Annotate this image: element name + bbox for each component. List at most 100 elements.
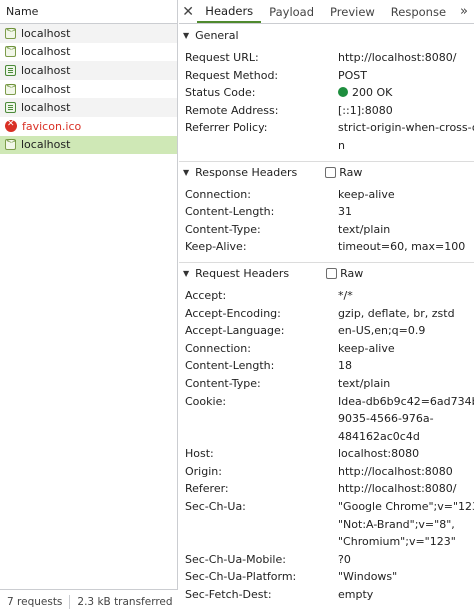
header-value: "Windows" (338, 570, 398, 584)
request-header-row: Accept-Language: en-US,en;q=0.9 (179, 322, 474, 340)
request-name: localhost (21, 101, 71, 115)
header-name-spacer (185, 428, 338, 446)
request-headers-title: Request Headers (195, 266, 290, 280)
request-row[interactable]: localhost (0, 24, 177, 43)
response-raw-toggle[interactable]: Raw (325, 166, 362, 179)
status-ok-dot-icon (338, 87, 348, 98)
request-row[interactable]: localhost (0, 80, 177, 99)
header-value: ?0 (338, 552, 351, 566)
header-value: "Google Chrome";v="123", (338, 500, 474, 514)
collapse-triangle-icon: ▼ (183, 30, 190, 40)
collapse-triangle-icon: ▼ (183, 268, 190, 278)
request-method-label: Request Method: (185, 68, 279, 82)
header-value: 9035-4566-976a- (338, 412, 434, 426)
header-value: 484162ac0c4d (338, 429, 420, 443)
response-header-row: Content-Type: text/plain (179, 221, 474, 239)
referrer-policy-value-cont: n (338, 138, 345, 152)
request-row[interactable]: localhost (0, 98, 177, 117)
request-row[interactable]: localhost (0, 61, 177, 80)
header-value: 31 (338, 205, 352, 219)
response-header-row: Content-Length: 31 (179, 203, 474, 221)
status-code-value: 200 OK (352, 86, 393, 100)
close-icon[interactable]: ✕ (179, 0, 197, 23)
tab-preview[interactable]: Preview (322, 0, 383, 23)
header-name: Cookie: (185, 394, 227, 408)
status-bar: 7 requests 2.3 kB transferred 1 (0, 589, 178, 614)
request-header-row: Sec-Fetch-Dest: empty (179, 586, 474, 604)
request-header-row: 484162ac0c4d (179, 428, 474, 446)
name-column-header[interactable]: Name (0, 0, 177, 24)
raw-checkbox[interactable] (325, 166, 337, 178)
tab-response[interactable]: Response (383, 0, 454, 23)
request-row[interactable]: favicon.ico (0, 117, 177, 136)
document-icon (5, 64, 16, 76)
request-header-row: Content-Type: text/plain (179, 375, 474, 393)
request-header-row: Referer: http://localhost:8080/ (179, 480, 474, 498)
request-url-label: Request URL: (185, 51, 259, 64)
remote-address-row: Remote Address: [::1]:8080 (179, 102, 474, 120)
request-header-row: Accept: */* (179, 287, 474, 305)
referrer-policy-row: Referrer Policy: strict-origin-when-cros… (179, 119, 474, 137)
request-name: localhost (21, 63, 71, 77)
header-name: Accept-Language: (185, 324, 285, 338)
request-headers-section-header[interactable]: ▼ Request Headers Raw (179, 261, 474, 284)
header-value: keep-alive (338, 341, 395, 355)
raw-label: Raw (340, 266, 364, 280)
header-name: Connection: (185, 187, 251, 201)
response-header-row: Keep-Alive: timeout=60, max=100 (179, 238, 474, 256)
header-name: Accept: (185, 288, 227, 302)
header-name: Content-Type: (185, 376, 261, 390)
header-name: Content-Length: (185, 359, 275, 373)
xhr-icon (5, 137, 16, 151)
more-tabs-icon[interactable]: » (454, 0, 474, 23)
header-value: keep-alive (338, 187, 395, 201)
header-name: Content-Type: (185, 222, 261, 236)
tab-headers[interactable]: Headers (197, 0, 262, 23)
header-value: en-US,en;q=0.9 (338, 324, 426, 338)
general-title: General (195, 28, 239, 42)
header-value: text/plain (338, 222, 391, 236)
request-details-panel: ✕ Headers Payload Preview Response » ▼ G… (179, 0, 474, 614)
header-name-spacer (185, 533, 338, 551)
request-url-value: http://localhost:8080/ (338, 51, 457, 64)
response-header-row: Connection: keep-alive (179, 186, 474, 204)
request-url-row: Request URL: http://localhost:8080/ (179, 49, 474, 67)
header-value: */* (338, 288, 353, 302)
request-header-row: Host: localhost:8080 (179, 445, 474, 463)
referrer-policy-row-cont: n (179, 137, 474, 155)
header-name: Keep-Alive: (185, 240, 247, 254)
request-raw-toggle[interactable]: Raw (326, 267, 363, 280)
header-name: Origin: (185, 464, 222, 478)
header-value: http://localhost:8080 (338, 464, 453, 478)
header-value: "Chromium";v="123" (338, 535, 456, 549)
request-row[interactable]: localhost (0, 135, 177, 155)
request-header-row: 9035-4566-976a- (179, 410, 474, 428)
header-value: empty (338, 588, 374, 602)
header-name: Sec-Ch-Ua: (185, 500, 246, 514)
header-name: Referer: (185, 482, 229, 496)
header-value: http://localhost:8080/ (338, 482, 457, 496)
request-name: localhost (21, 45, 71, 59)
request-name: localhost (21, 26, 71, 40)
referrer-policy-value: strict-origin-when-cross-orig (338, 121, 474, 135)
header-value: gzip, deflate, br, zstd (338, 306, 455, 320)
header-value: "Not:A-Brand";v="8", (338, 517, 455, 531)
header-name: Content-Length: (185, 205, 275, 219)
request-header-row: Sec-Ch-Ua-Mobile: ?0 (179, 551, 474, 569)
header-name: Sec-Ch-Ua-Mobile: (185, 552, 286, 566)
header-name: Sec-Ch-Ua-Platform: (185, 570, 297, 584)
xhr-icon (5, 26, 16, 39)
response-headers-section-header[interactable]: ▼ Response Headers Raw (179, 160, 474, 183)
header-name: Connection: (185, 341, 251, 355)
error-icon (5, 119, 17, 133)
raw-label: Raw (339, 165, 363, 179)
remote-address-value: [::1]:8080 (338, 103, 393, 117)
header-value: localhost:8080 (338, 447, 420, 461)
collapse-triangle-icon: ▼ (183, 167, 190, 177)
tab-payload[interactable]: Payload (261, 0, 322, 23)
request-header-row: Connection: keep-alive (179, 340, 474, 358)
raw-checkbox[interactable] (326, 267, 338, 279)
general-section-header[interactable]: ▼ General (179, 24, 474, 46)
header-value: 18 (338, 359, 352, 373)
request-row[interactable]: localhost (0, 43, 177, 62)
